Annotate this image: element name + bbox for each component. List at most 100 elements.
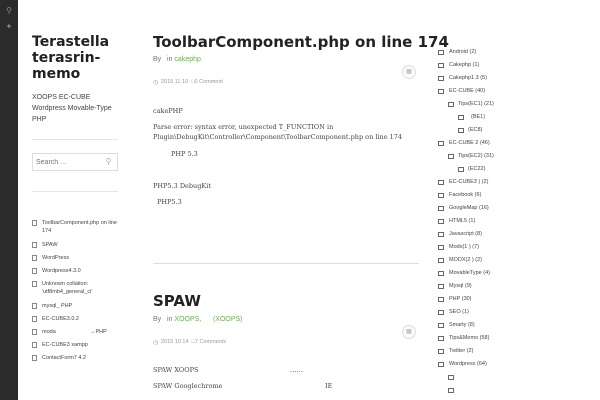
post-format-icon: ▦ bbox=[402, 65, 416, 79]
document-icon bbox=[32, 281, 37, 287]
post-format-icon: ▦ bbox=[402, 325, 416, 339]
document-icon bbox=[32, 342, 37, 348]
side-toolbar: ⚲ ✦ bbox=[0, 0, 18, 400]
post-line: SPAW Googlechrome bbox=[153, 382, 223, 390]
category-item[interactable]: GoogleMap (16) bbox=[438, 202, 598, 215]
category-item[interactable]: Tips(EC1) (21) bbox=[438, 98, 598, 111]
recent-post-item[interactable]: moda →PHP bbox=[32, 328, 122, 336]
site-description: XOOPS EC-CUBE Wordpress Movable-Type PHP bbox=[32, 94, 112, 123]
folder-icon bbox=[438, 362, 444, 367]
category-item[interactable]: Twitter (2) bbox=[438, 345, 598, 358]
recent-post-item[interactable]: EC-CUBE3 xampp bbox=[32, 341, 122, 349]
folder-icon bbox=[438, 89, 444, 94]
post-meta: By in XOOPS, (XOOPS) bbox=[153, 316, 243, 323]
category-item[interactable]: Facebook (6) bbox=[438, 189, 598, 202]
folder-icon bbox=[438, 258, 444, 263]
recent-post-item[interactable]: WordPress bbox=[32, 254, 122, 262]
post-category-link[interactable]: (XOOPS) bbox=[213, 316, 243, 323]
category-item[interactable]: MODX(2 ) (2) bbox=[438, 254, 598, 267]
folder-icon bbox=[438, 76, 444, 81]
folder-icon bbox=[438, 219, 444, 224]
document-icon bbox=[32, 355, 37, 361]
recent-posts-list: ToolbarComponent.php on line 174 SPAW Wo… bbox=[32, 219, 122, 367]
folder-icon bbox=[448, 154, 454, 159]
recent-post-item[interactable]: EC-CUBE3.0.2 bbox=[32, 315, 122, 323]
search-icon[interactable]: ⚲ bbox=[3, 5, 15, 17]
search-box: ⚲ bbox=[32, 153, 118, 171]
category-item[interactable] bbox=[438, 384, 598, 397]
category-item[interactable]: MovableType (4) bbox=[438, 267, 598, 280]
post-date: ◷ 2015 10 14 □7 Comments bbox=[153, 339, 227, 346]
post-title[interactable]: ToolbarComponent.php on line 174 bbox=[153, 33, 449, 51]
comments-link[interactable]: 7 Comments bbox=[195, 339, 226, 345]
search-icon[interactable]: ⚲ bbox=[103, 156, 114, 167]
category-item[interactable]: Javascript (8) bbox=[438, 228, 598, 241]
comments-link[interactable]: 0 Comment bbox=[195, 79, 223, 85]
search-input[interactable] bbox=[33, 154, 103, 170]
category-item[interactable]: (BE1) bbox=[438, 111, 598, 124]
twitter-icon[interactable]: ✦ bbox=[3, 21, 15, 33]
category-item[interactable]: EC-CUBE3 ) (2) bbox=[438, 176, 598, 189]
post-line: PHP5.3 bbox=[157, 198, 182, 206]
folder-icon bbox=[438, 349, 444, 354]
post-line: PHP 5.3 bbox=[171, 150, 198, 158]
category-item[interactable]: HTML5 (1) bbox=[438, 215, 598, 228]
folder-icon bbox=[438, 245, 444, 250]
post-category-link[interactable]: cakephp bbox=[174, 56, 200, 63]
folder-icon bbox=[458, 128, 464, 133]
clock-icon: ◷ bbox=[153, 80, 159, 86]
recent-post-item[interactable]: Unknown collation: 'utf8mb4_general_ci' bbox=[32, 280, 122, 296]
folder-icon bbox=[458, 167, 464, 172]
folder-icon bbox=[438, 141, 444, 146]
recent-post-item[interactable]: mysql_ PHP bbox=[32, 302, 122, 310]
category-item[interactable]: Cakephp1.3 (5) bbox=[438, 72, 598, 85]
post-line: Plugin\DebugKit\Controller\Component\Too… bbox=[153, 133, 403, 141]
category-item[interactable]: Modx(1 ) (7) bbox=[438, 241, 598, 254]
recent-post-item[interactable]: ToolbarComponent.php on line 174 bbox=[32, 219, 122, 235]
folder-icon bbox=[438, 271, 444, 276]
post-title[interactable]: SPAW bbox=[153, 292, 201, 310]
recent-post-item[interactable]: Wordpress4.3.0 bbox=[32, 267, 122, 275]
document-icon bbox=[32, 220, 37, 226]
category-item[interactable] bbox=[438, 371, 598, 384]
post-line: PHP5.3 DebugKit bbox=[153, 182, 211, 190]
category-item[interactable]: EC-CUBE 2 (46) bbox=[438, 137, 598, 150]
folder-icon bbox=[448, 388, 454, 393]
post-divider bbox=[153, 263, 419, 264]
category-item[interactable]: PHP (30) bbox=[438, 293, 598, 306]
folder-icon bbox=[438, 193, 444, 198]
folder-icon bbox=[438, 50, 444, 55]
category-item[interactable]: (EC8) bbox=[438, 124, 598, 137]
category-item[interactable]: Android (2) bbox=[438, 46, 598, 59]
category-item[interactable]: SEO (1) bbox=[438, 306, 598, 319]
post-line: IE bbox=[325, 382, 333, 390]
recent-post-item[interactable]: SPAW bbox=[32, 241, 122, 249]
document-icon bbox=[32, 268, 37, 274]
category-item[interactable]: Tips(EC2) (31) bbox=[438, 150, 598, 163]
post-line: …… bbox=[290, 366, 303, 374]
post-line: Parse error: syntax error, unexpected T_… bbox=[153, 123, 334, 131]
document-icon bbox=[32, 303, 37, 309]
category-item[interactable]: Wordpress (64) bbox=[438, 358, 598, 371]
post-line: cakePHP bbox=[153, 107, 183, 115]
folder-icon bbox=[438, 232, 444, 237]
post-category-link[interactable]: XOOPS, bbox=[174, 316, 201, 323]
document-icon bbox=[32, 242, 37, 248]
folder-icon bbox=[438, 63, 444, 68]
recent-post-item[interactable]: ContactForm7 4.2 bbox=[32, 354, 122, 362]
category-item[interactable]: Mysql (9) bbox=[438, 280, 598, 293]
category-item[interactable]: Smarty (8) bbox=[438, 319, 598, 332]
folder-icon bbox=[438, 310, 444, 315]
folder-icon bbox=[448, 375, 454, 380]
document-icon bbox=[32, 329, 37, 335]
category-item[interactable]: (EC22) bbox=[438, 163, 598, 176]
document-icon bbox=[32, 255, 37, 261]
category-item[interactable]: Tips&Memo (58) bbox=[438, 332, 598, 345]
document-icon bbox=[32, 316, 37, 322]
post-date: ◷ 2015 11 10 □0 Comment bbox=[153, 79, 223, 86]
category-item[interactable]: EC-CUBE (40) bbox=[438, 85, 598, 98]
site-title[interactable]: Terastella terasrin-memo bbox=[32, 34, 112, 82]
folder-icon bbox=[448, 102, 454, 107]
category-item[interactable]: Cakephp (1) bbox=[438, 59, 598, 72]
folder-icon bbox=[438, 323, 444, 328]
